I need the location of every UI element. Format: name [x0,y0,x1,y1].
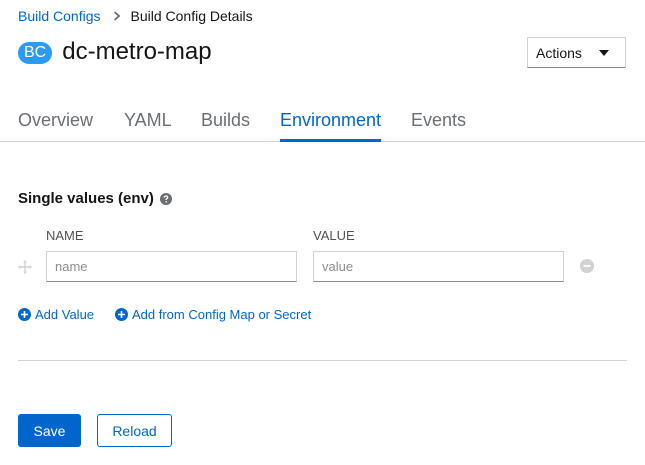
tab-events[interactable]: Events [411,110,466,131]
breadcrumb: Build Configs Build Config Details [18,8,253,24]
plus-circle-icon [18,308,31,321]
env-value-input[interactable] [313,251,564,282]
plus-circle-icon [115,308,128,321]
actions-dropdown[interactable]: Actions [527,37,626,68]
tab-yaml[interactable]: YAML [124,110,172,131]
add-value-label: Add Value [35,307,95,322]
caret-down-icon [599,49,609,56]
name-column-header: NAME [46,228,84,243]
breadcrumb-current: Build Config Details [130,8,253,24]
resource-badge: BC [18,42,53,64]
add-from-config-map-label: Add from Config Map or Secret [132,307,312,322]
env-section-label: Single values (env) [18,190,154,207]
save-button[interactable]: Save [18,414,81,447]
page-header: BC dc-metro-map [18,38,212,66]
breadcrumb-build-configs-link[interactable]: Build Configs [18,8,101,24]
value-column-header: VALUE [313,228,355,243]
actions-label: Actions [536,44,582,61]
drag-handle-icon[interactable] [18,260,32,274]
build-config-details-page: Build Configs Build Config Details BC dc… [0,0,645,465]
question-circle-icon[interactable] [159,192,172,205]
minus-circle-icon[interactable] [580,259,594,273]
add-value-button[interactable]: Add Value [18,307,94,322]
tab-bar: Overview YAML Builds Environment Events [0,100,645,142]
tab-builds[interactable]: Builds [201,110,250,131]
tab-environment[interactable]: Environment [280,110,381,131]
env-section-title: Single values (env) [18,190,172,207]
form-divider [18,360,627,361]
active-tab-indicator [280,139,381,142]
chevron-right-icon [113,11,121,21]
tab-overview[interactable]: Overview [18,110,93,131]
env-name-input[interactable] [46,251,297,282]
reload-button[interactable]: Reload [97,414,172,447]
add-from-config-map-button[interactable]: Add from Config Map or Secret [115,307,311,322]
page-title: dc-metro-map [62,38,212,65]
